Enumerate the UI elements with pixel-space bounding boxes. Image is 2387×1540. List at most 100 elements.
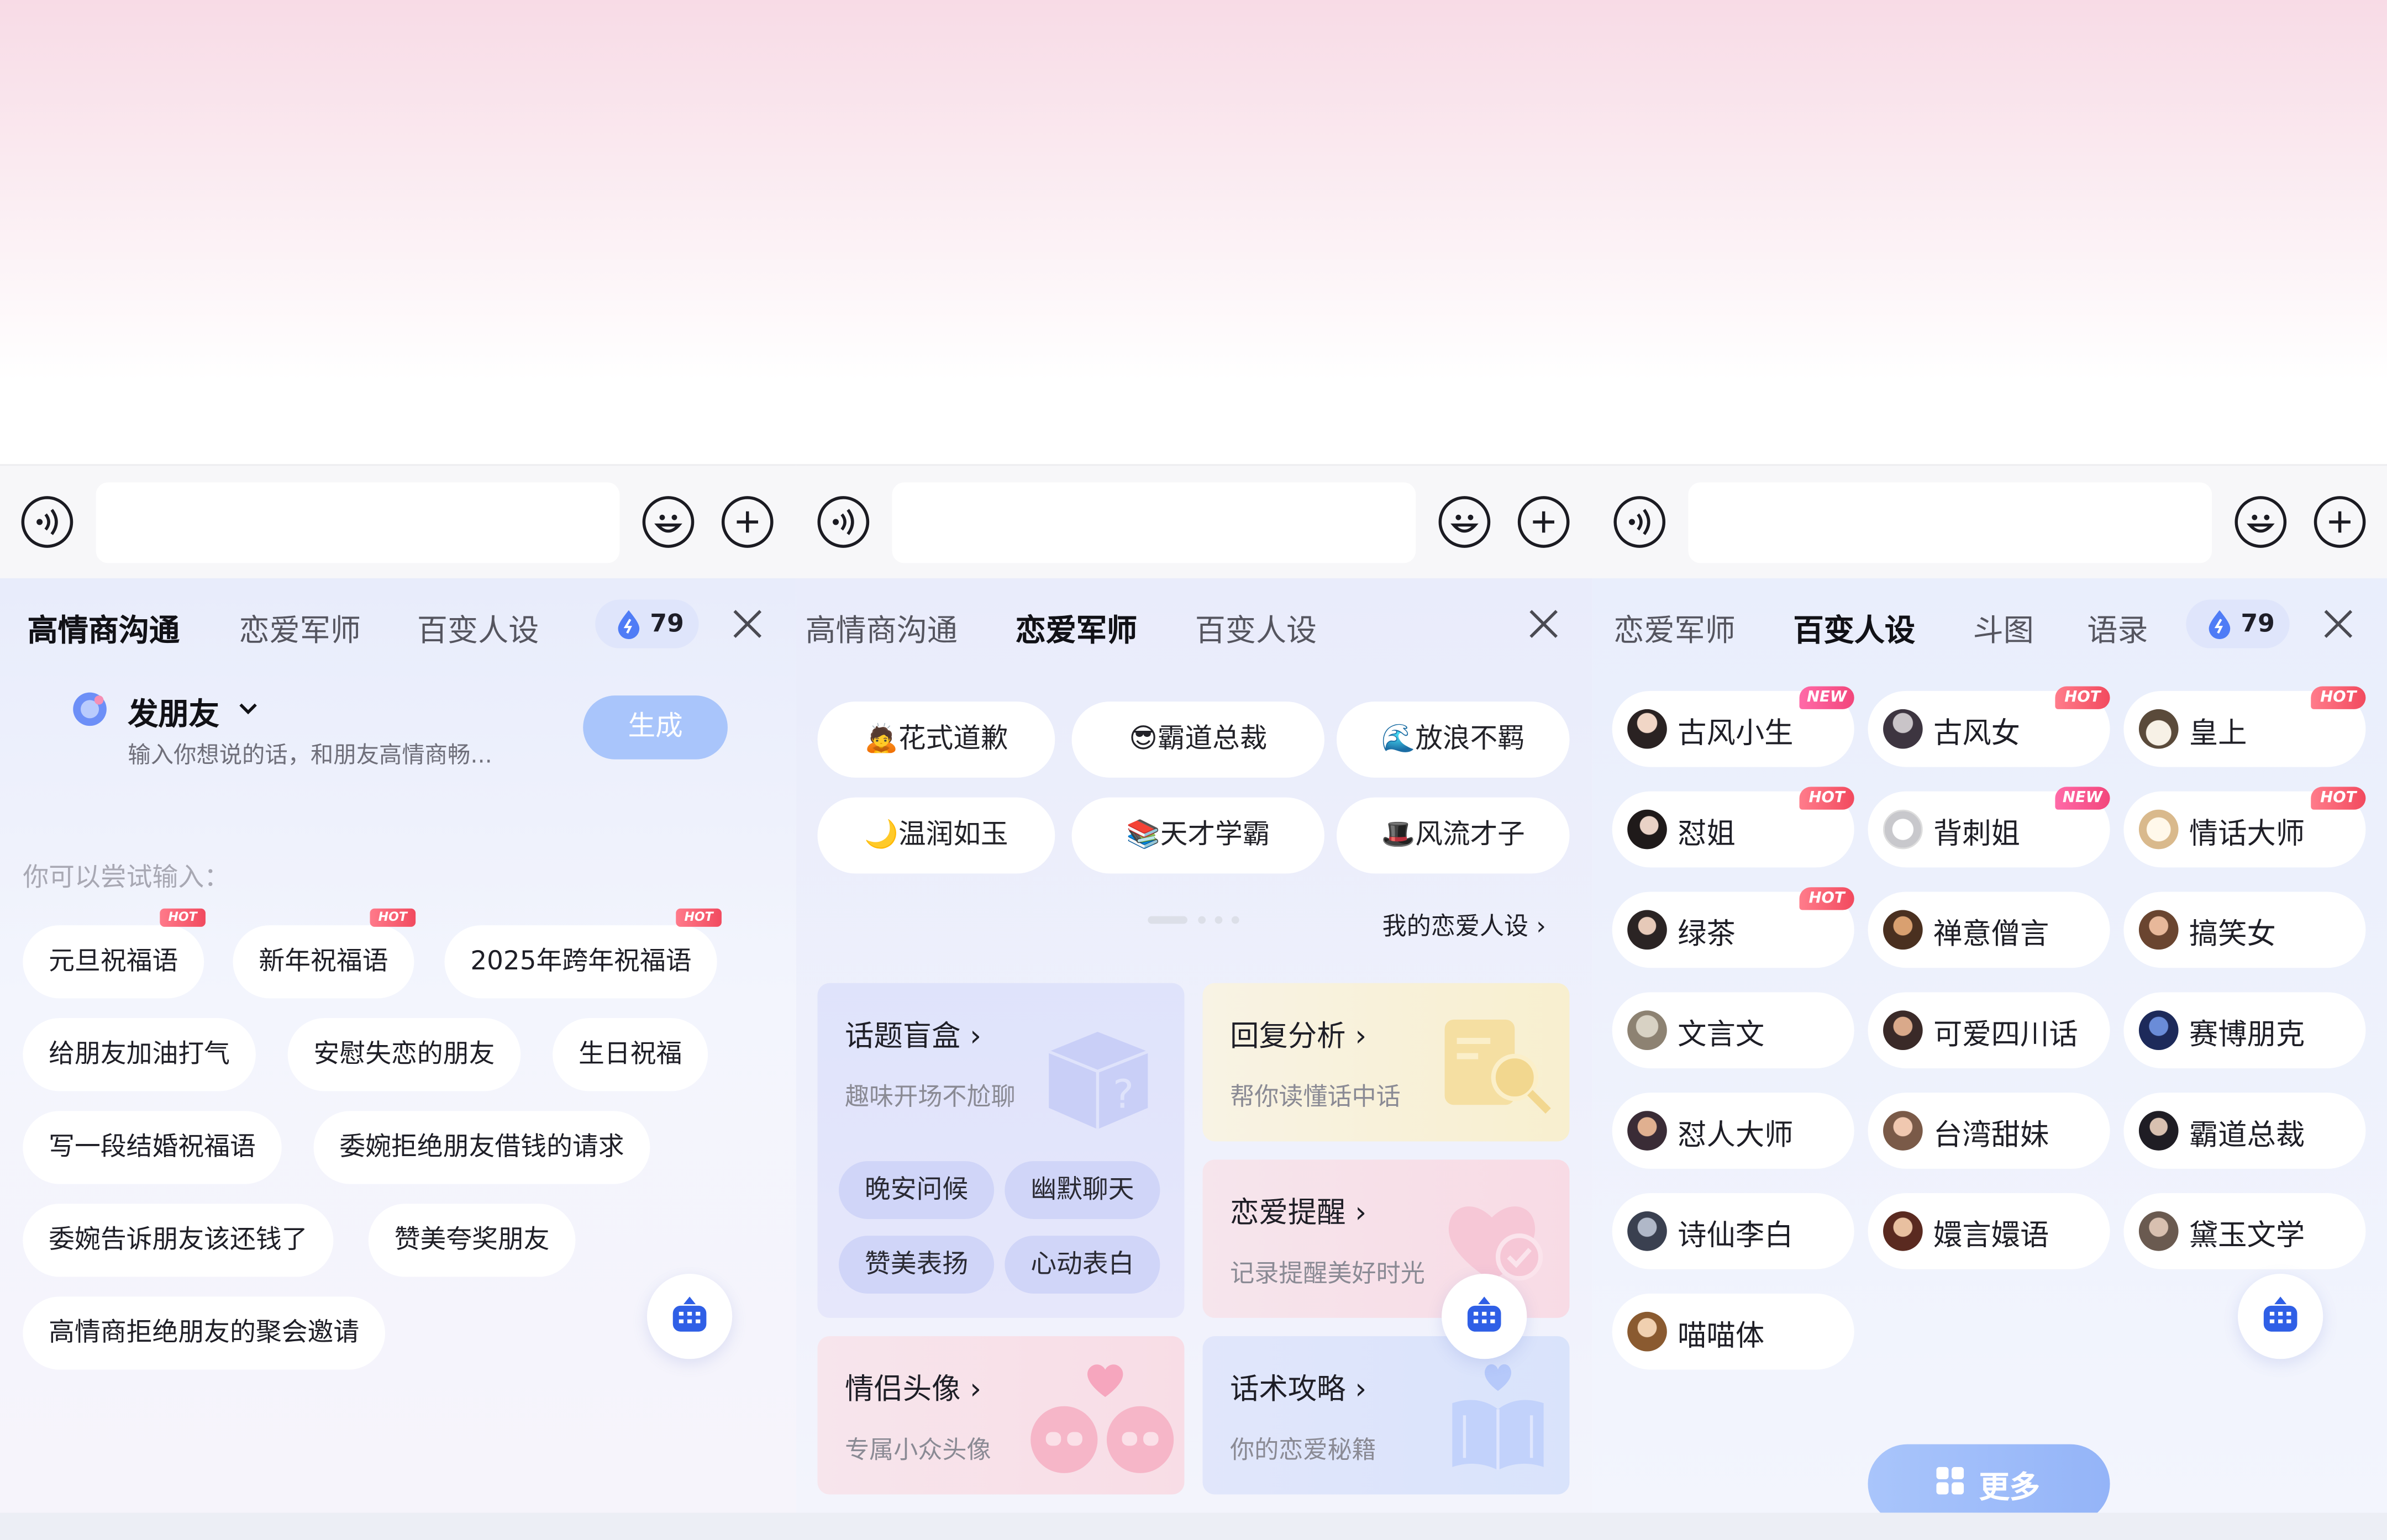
hot-badge: HOT — [160, 908, 206, 927]
emoji-button-1[interactable] — [642, 496, 695, 548]
card-chat-guide[interactable]: 话术攻略 › 你的恋爱秘籍 — [1202, 1336, 1570, 1495]
topic-tag[interactable]: 赞美表扬 — [839, 1236, 995, 1294]
character-card[interactable]: 赛博朋克 — [2123, 992, 2366, 1069]
bottom-strip — [0, 1512, 2387, 1540]
character-card[interactable]: 嬛言嬛语 — [1868, 1193, 2110, 1269]
couple-avatar-icon — [1030, 1364, 1174, 1473]
credits-badge[interactable]: 79 — [2186, 599, 2290, 648]
topic-tag[interactable]: 幽默聊天 — [1005, 1161, 1160, 1219]
generate-button[interactable]: 生成 — [583, 695, 728, 760]
credits-badge[interactable]: 79 — [595, 599, 699, 648]
character-avatar — [1627, 1111, 1667, 1151]
love-persona-chip[interactable]: 📚天才学霸 — [1071, 797, 1324, 874]
tab-love-advisor[interactable]: 恋爱军师 — [239, 606, 361, 650]
keyboard-fab[interactable] — [646, 1274, 733, 1359]
character-card[interactable]: 黛玉文学 — [2123, 1193, 2366, 1269]
character-card[interactable]: 搞笑女 — [2123, 892, 2366, 968]
card-topic-box[interactable]: ? 话题盲盒 › 趣味开场不尬聊 晚安问候 幽默聊天 赞美表扬 心动表白 — [817, 983, 1185, 1318]
chevron-right-icon: › — [1355, 1019, 1367, 1053]
character-avatar — [1627, 910, 1667, 950]
hot-badge: HOT — [2311, 787, 2366, 810]
character-card[interactable]: 霸道总裁 — [2123, 1093, 2366, 1169]
suggestion-chip[interactable]: 委婉拒绝朋友借钱的请求 — [313, 1111, 650, 1184]
message-input-2[interactable] — [892, 482, 1416, 563]
tab-sticker-battle[interactable]: 斗图 — [1973, 606, 2034, 650]
page-indicator-dot — [1214, 916, 1223, 924]
love-persona-chip[interactable]: 🙇花式道歉 — [817, 702, 1055, 778]
character-card[interactable]: 文言文 — [1612, 992, 1854, 1069]
tab-high-eq[interactable]: 高情商沟通 — [805, 606, 958, 650]
love-persona-chip[interactable]: 🌙温润如玉 — [817, 797, 1055, 874]
suggestion-chip[interactable]: 高情商拒绝朋友的聚会邀请 — [23, 1296, 386, 1370]
character-card[interactable]: 古风女 HOT — [1868, 686, 2110, 767]
credits-count: 79 — [2241, 609, 2275, 638]
suggestion-chip[interactable]: 安慰失恋的朋友 — [287, 1018, 521, 1091]
voice-button-3[interactable] — [1613, 496, 1666, 548]
love-persona-chip[interactable]: 😎霸道总裁 — [1071, 702, 1324, 778]
character-card[interactable]: 台湾甜妹 — [1868, 1093, 2110, 1169]
message-input-1[interactable] — [96, 482, 620, 563]
character-avatar — [1883, 1010, 1923, 1051]
card-reply-analysis[interactable]: 回复分析 › 帮你读懂话中话 — [1202, 983, 1570, 1142]
character-card[interactable]: 情话大师 HOT — [2123, 787, 2366, 868]
voice-button-2[interactable] — [817, 496, 870, 548]
my-persona-link[interactable]: 我的恋爱人设 › — [1382, 905, 1546, 942]
emoji-button-3[interactable] — [2234, 496, 2287, 548]
suggestion-chip[interactable]: 委婉告诉朋友该还钱了 — [23, 1204, 334, 1277]
tab-persona[interactable]: 百变人设 — [1794, 606, 1915, 650]
suggestion-chip[interactable]: 2025年跨年祝福语 HOT — [444, 908, 722, 999]
new-badge: NEW — [2055, 787, 2110, 810]
topic-tag[interactable]: 晚安问候 — [839, 1161, 995, 1219]
plus-button-1[interactable] — [721, 496, 774, 548]
card-subtitle: 记录提醒美好时光 — [1230, 1258, 1425, 1288]
tab-love-advisor[interactable]: 恋爱军师 — [1613, 606, 1735, 650]
chevron-right-icon: › — [970, 1019, 982, 1053]
close-button[interactable] — [1528, 609, 1559, 639]
character-card[interactable]: 背刺姐 NEW — [1868, 787, 2110, 868]
suggestion-chip[interactable]: 元旦祝福语 HOT — [23, 908, 206, 999]
character-card[interactable]: 怼人大师 — [1612, 1093, 1854, 1169]
message-input-3[interactable] — [1688, 482, 2212, 563]
chevron-right-icon: › — [1536, 911, 1546, 941]
suggestion-chip[interactable]: 给朋友加油打气 — [23, 1018, 256, 1091]
book-heart-icon — [1452, 1364, 1544, 1470]
suggestion-chip[interactable]: 生日祝福 — [553, 1018, 708, 1091]
character-card[interactable]: 诗仙李白 — [1612, 1193, 1854, 1269]
suggestion-chip[interactable]: 赞美夸奖朋友 — [368, 1204, 576, 1277]
more-button[interactable]: 更多 — [1868, 1444, 2110, 1513]
tab-love-advisor[interactable]: 恋爱军师 — [1016, 606, 1137, 650]
chevron-down-icon[interactable] — [238, 700, 259, 718]
character-card[interactable]: 皇上 HOT — [2123, 686, 2366, 767]
input-hint[interactable]: 输入你想说的话，和朋友高情商畅... — [128, 738, 492, 770]
mode-title[interactable]: 发朋友 — [128, 689, 219, 734]
tab-quotes[interactable]: 语录 — [2087, 606, 2148, 650]
keyboard-fab[interactable] — [1442, 1274, 1527, 1359]
keyboard-fab[interactable] — [2237, 1274, 2323, 1359]
character-avatar — [1627, 1010, 1667, 1051]
card-couple-avatar[interactable]: 情侣头像 › 专属小众头像 — [817, 1336, 1185, 1495]
tab-persona[interactable]: 百变人设 — [417, 606, 539, 650]
character-card[interactable]: 禅意僧言 — [1868, 892, 2110, 968]
character-card[interactable]: 古风小生 NEW — [1612, 686, 1854, 767]
tab-high-eq[interactable]: 高情商沟通 — [28, 606, 180, 650]
voice-button-1[interactable] — [21, 496, 73, 548]
character-card[interactable]: 绿茶 HOT — [1612, 887, 1854, 968]
character-avatar — [1883, 709, 1923, 749]
suggestion-chip[interactable]: 新年祝福语 HOT — [233, 908, 416, 999]
character-card[interactable]: 怼姐 HOT — [1612, 787, 1854, 868]
plus-button-3[interactable] — [2314, 496, 2366, 548]
love-persona-chip[interactable]: 🎩风流才子 — [1336, 797, 1570, 874]
character-card[interactable]: 可爱四川话 — [1868, 992, 2110, 1069]
love-persona-chip[interactable]: 🌊放浪不羁 — [1336, 702, 1570, 778]
plus-button-2[interactable] — [1517, 496, 1570, 548]
chat-background — [0, 0, 2387, 465]
character-card[interactable]: 喵喵体 — [1612, 1293, 1854, 1370]
character-avatar — [2138, 809, 2179, 850]
suggestion-chip[interactable]: 写一段结婚祝福语 — [23, 1111, 282, 1184]
topic-tag[interactable]: 心动表白 — [1005, 1236, 1160, 1294]
close-button[interactable] — [732, 609, 763, 639]
tab-persona[interactable]: 百变人设 — [1195, 606, 1317, 650]
close-button[interactable] — [2323, 609, 2353, 639]
mystery-box-icon: ? — [1048, 1031, 1149, 1130]
emoji-button-2[interactable] — [1438, 496, 1491, 548]
